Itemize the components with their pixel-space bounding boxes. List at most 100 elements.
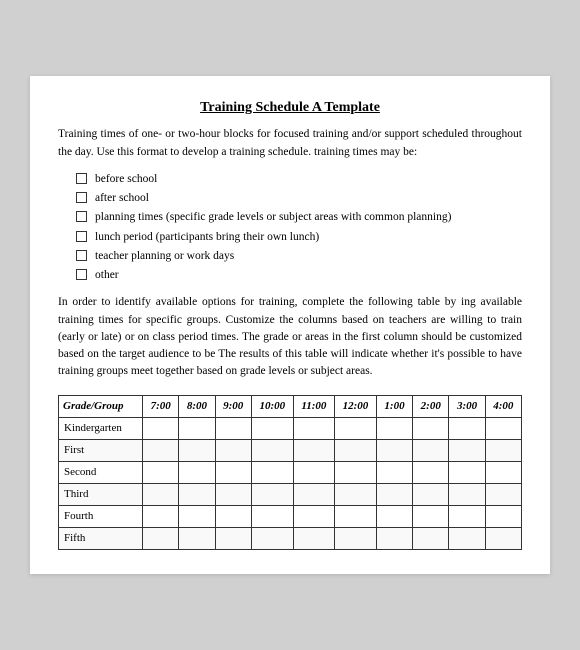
row-grade-label: Second <box>59 461 143 483</box>
table-cell <box>179 483 215 505</box>
table-cell <box>143 439 179 461</box>
body-text: In order to identify available options f… <box>58 294 522 380</box>
table-cell <box>293 461 334 483</box>
table-cell <box>376 461 412 483</box>
table-cell <box>413 417 449 439</box>
table-cell <box>293 417 334 439</box>
table-cell <box>293 527 334 549</box>
table-header-time: 3:00 <box>449 395 485 417</box>
page: Training Schedule A Template Training ti… <box>30 76 550 573</box>
table-cell <box>376 483 412 505</box>
table-cell <box>413 461 449 483</box>
checkbox-icon <box>76 192 87 203</box>
table-cell <box>449 417 485 439</box>
table-cell <box>251 417 293 439</box>
row-grade-label: First <box>59 439 143 461</box>
table-cell <box>179 505 215 527</box>
table-cell <box>485 417 521 439</box>
table-cell <box>485 439 521 461</box>
table-cell <box>215 505 251 527</box>
table-cell <box>334 461 376 483</box>
table-row: Second <box>59 461 522 483</box>
checkbox-icon <box>76 269 87 280</box>
table-cell <box>215 483 251 505</box>
table-cell <box>215 439 251 461</box>
table-header-time: 10:00 <box>251 395 293 417</box>
table-cell <box>334 483 376 505</box>
table-cell <box>143 527 179 549</box>
table-cell <box>334 417 376 439</box>
table-cell <box>179 527 215 549</box>
table-cell <box>293 439 334 461</box>
table-header-time: 8:00 <box>179 395 215 417</box>
table-cell <box>143 505 179 527</box>
table-body: KindergartenFirstSecondThirdFourthFifth <box>59 417 522 549</box>
checklist-label: lunch period (participants bring their o… <box>95 229 319 246</box>
table-cell <box>179 461 215 483</box>
table-cell <box>449 527 485 549</box>
table-cell <box>449 483 485 505</box>
table-cell <box>334 439 376 461</box>
table-cell <box>251 527 293 549</box>
table-cell <box>449 439 485 461</box>
table-cell <box>143 417 179 439</box>
table-cell <box>143 483 179 505</box>
checklist-item: before school <box>76 171 522 188</box>
table-cell <box>376 505 412 527</box>
table-cell <box>413 505 449 527</box>
table-cell <box>179 417 215 439</box>
table-cell <box>293 505 334 527</box>
table-row: Fourth <box>59 505 522 527</box>
checklist-label: after school <box>95 190 149 207</box>
checkbox-icon <box>76 173 87 184</box>
table-cell <box>449 461 485 483</box>
table-cell <box>485 527 521 549</box>
schedule-table: Grade/Group7:008:009:0010:0011:0012:001:… <box>58 395 522 550</box>
table-header-time: 11:00 <box>293 395 334 417</box>
table-cell <box>413 527 449 549</box>
checkbox-icon <box>76 211 87 222</box>
table-cell <box>179 439 215 461</box>
table-header-time: 2:00 <box>413 395 449 417</box>
table-cell <box>293 483 334 505</box>
checkbox-icon <box>76 250 87 261</box>
table-cell <box>215 461 251 483</box>
table-header-time: 12:00 <box>334 395 376 417</box>
checklist-item: other <box>76 267 522 284</box>
table-header-time: 4:00 <box>485 395 521 417</box>
intro-text: Training times of one- or two-hour block… <box>58 126 522 161</box>
table-row: First <box>59 439 522 461</box>
table-cell <box>449 505 485 527</box>
checklist-label: planning times (specific grade levels or… <box>95 209 451 226</box>
table-row: Third <box>59 483 522 505</box>
checklist: before school after school planning times … <box>76 171 522 285</box>
table-cell <box>376 527 412 549</box>
table-header-time: 9:00 <box>215 395 251 417</box>
table-cell <box>215 417 251 439</box>
table-row: Fifth <box>59 527 522 549</box>
checklist-item: teacher planning or work days <box>76 248 522 265</box>
checkbox-icon <box>76 231 87 242</box>
table-cell <box>251 505 293 527</box>
checklist-label: before school <box>95 171 157 188</box>
table-header-grade: Grade/Group <box>59 395 143 417</box>
table-header-time: 1:00 <box>376 395 412 417</box>
table-cell <box>485 461 521 483</box>
table-row: Kindergarten <box>59 417 522 439</box>
table-cell <box>485 505 521 527</box>
table-cell <box>376 439 412 461</box>
table-cell <box>334 527 376 549</box>
table-header-time: 7:00 <box>143 395 179 417</box>
checklist-item: planning times (specific grade levels or… <box>76 209 522 226</box>
table-cell <box>334 505 376 527</box>
table-cell <box>376 417 412 439</box>
checklist-label: other <box>95 267 119 284</box>
table-cell <box>251 439 293 461</box>
row-grade-label: Fifth <box>59 527 143 549</box>
row-grade-label: Fourth <box>59 505 143 527</box>
checklist-label: teacher planning or work days <box>95 248 234 265</box>
table-header-row: Grade/Group7:008:009:0010:0011:0012:001:… <box>59 395 522 417</box>
table-cell <box>251 461 293 483</box>
page-title: Training Schedule A Template <box>58 100 522 116</box>
table-cell <box>485 483 521 505</box>
